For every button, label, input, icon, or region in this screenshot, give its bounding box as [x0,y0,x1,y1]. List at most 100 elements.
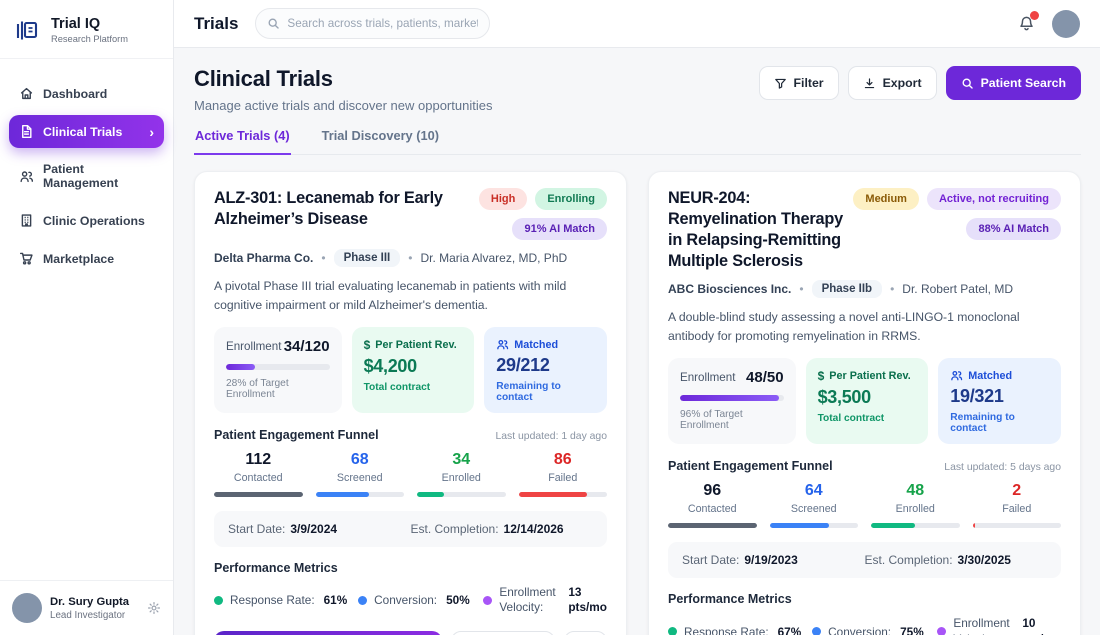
cart-icon [19,251,34,266]
meta-separator: • [890,282,894,296]
sponsor-name: ABC Biosciences Inc. [668,282,791,296]
velocity-unit: pts/mo [568,600,607,614]
stage-label: Enrolled [871,503,960,515]
stage-label: Failed [973,503,1062,515]
enrollment-label: Enrollment [680,371,735,384]
response-rate-label: Response Rate: [230,593,315,607]
stage-bar-track [871,523,960,528]
stage-bar-fill [770,523,829,528]
trial-description: A double-blind study assessing a novel a… [668,308,1061,346]
stage-label: Failed [519,472,608,484]
export-button-label: Export [883,76,922,90]
patient-search-button[interactable]: Patient Search [946,66,1081,100]
performance-metrics-title: Performance Metrics [214,561,607,575]
purple-dot-icon [937,627,946,635]
enrollment-caption: 28% of Target Enrollment [226,378,330,400]
velocity-label: Enrollment Velocity: [953,616,1015,635]
completion-date-label: Est. Completion: [865,553,953,567]
sidebar-item-label: Clinical Trials [43,125,122,139]
phase-pill: Phase IIb [812,280,883,298]
enrollment-progress-fill [226,364,255,370]
dollar-icon: $ [818,369,825,383]
users-icon [19,169,34,184]
conversion-value: 50% [446,593,470,607]
search-icon [961,77,974,90]
tab-trial-discovery[interactable]: Trial Discovery (10) [321,128,440,154]
topbar-avatar[interactable] [1052,10,1080,38]
tab-bar: Active Trials (4) Trial Discovery (10) [194,128,1081,155]
response-rate-metric: Response Rate: 67% [668,625,812,635]
sidebar-item-clinic-operations[interactable]: Clinic Operations [9,204,164,237]
velocity-label: Enrollment Velocity: [499,585,561,616]
eye-preview-button[interactable] [564,631,607,635]
sidebar-item-patient-management[interactable]: Patient Management [9,153,164,199]
home-icon [19,86,34,101]
users-icon [950,369,963,382]
filter-icon [774,77,787,90]
revenue-caption: Total contract [364,382,463,393]
enrollment-value: 48/50 [746,369,784,386]
performance-metrics-title: Performance Metrics [668,592,1061,606]
trial-dates: Start Date:9/19/2023 Est. Completion:3/3… [668,542,1061,578]
funnel-stage-enrolled: 34 Enrolled [417,451,506,497]
view-details-button[interactable]: View Details [451,631,555,635]
stage-bar-track [316,492,405,497]
matched-metric-box: Matched 19/321 Remaining to contact [938,358,1061,444]
dollar-icon: $ [364,338,371,352]
stage-bar-fill [668,523,757,528]
matched-label: Matched [968,370,1012,382]
start-date-value: 3/9/2024 [290,522,337,536]
response-rate-label: Response Rate: [684,625,769,635]
velocity-value: 13 [568,585,581,599]
funnel-stage-screened: 68 Screened [316,451,405,497]
export-button[interactable]: Export [848,66,937,100]
funnel-last-updated: Last updated: 1 day ago [495,431,607,442]
enrollment-progress-track [226,364,330,370]
document-icon [19,124,34,139]
completion-date-value: 3/30/2025 [958,553,1011,567]
funnel-last-updated: Last updated: 5 days ago [944,462,1061,473]
sidebar-item-clinical-trials[interactable]: Clinical Trials › [9,115,164,148]
sidebar: Trial IQ Research Platform Dashboard Cli… [0,0,174,635]
stage-value: 112 [214,451,303,469]
content-area: Clinical Trials Manage active trials and… [174,48,1100,635]
notifications-bell-icon[interactable] [1018,15,1035,32]
tab-active-trials[interactable]: Active Trials (4) [194,128,291,155]
funnel-stage-failed: 2 Failed [973,482,1062,528]
enrollment-progress-track [680,395,784,401]
sidebar-nav: Dashboard Clinical Trials › Patient Mana… [0,59,173,580]
completion-date-value: 12/14/2026 [504,522,564,536]
sidebar-item-dashboard[interactable]: Dashboard [9,77,164,110]
investigator-name: Dr. Robert Patel, MD [902,282,1013,296]
stage-label: Contacted [668,503,757,515]
meta-separator: • [408,251,412,265]
funnel-stage-enrolled: 48 Enrolled [871,482,960,528]
page-title: Clinical Trials [194,66,492,92]
velocity-value: 10 [1022,616,1035,630]
green-dot-icon [214,596,223,605]
stage-value: 86 [519,451,608,469]
funnel-title: Patient Engagement Funnel [668,459,833,473]
global-search[interactable] [255,8,490,39]
gear-icon[interactable] [147,601,161,615]
meta-separator: • [321,251,325,265]
enrollment-value: 34/120 [284,338,330,355]
sidebar-item-marketplace[interactable]: Marketplace [9,242,164,275]
revenue-value: $4,200 [364,356,463,377]
stage-bar-track [214,492,303,497]
matched-caption: Remaining to contact [950,412,1049,434]
stage-value: 48 [871,482,960,500]
search-input[interactable] [287,17,478,30]
stage-bar-fill [214,492,303,497]
revenue-metric-box: $ Per Patient Rev. $4,200 Total contract [352,327,475,413]
filter-button-label: Filter [794,76,824,90]
completion-date-label: Est. Completion: [411,522,499,536]
trial-card: ALZ-301: Lecanemab for Early Alzheimer’s… [194,171,627,635]
filter-button[interactable]: Filter [759,66,839,100]
message-patients-button[interactable]: Message 29 Patients [214,631,442,635]
priority-badge: Medium [853,188,919,210]
revenue-metric-box: $ Per Patient Rev. $3,500 Total contract [806,358,929,444]
search-icon [267,17,280,30]
stage-bar-fill [417,492,444,497]
user-profile[interactable]: Dr. Sury Gupta Lead Investigator [0,580,173,635]
